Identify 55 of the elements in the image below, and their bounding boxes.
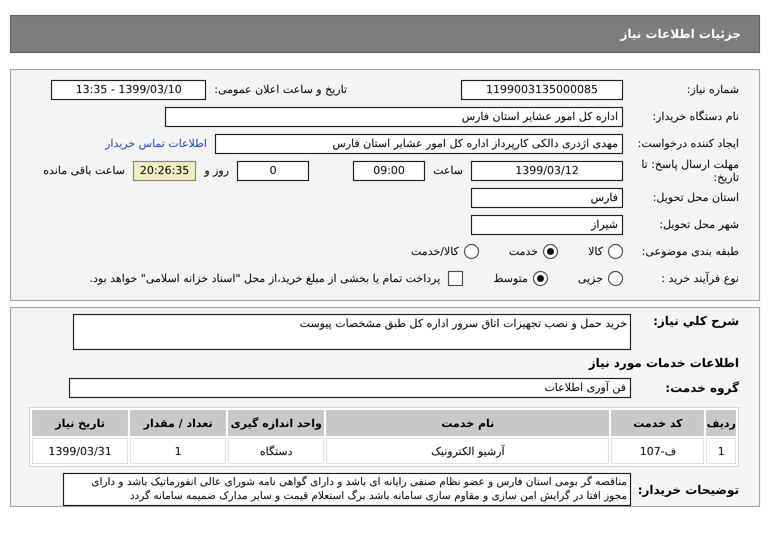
field-label: شهر محل تحویل: bbox=[658, 218, 739, 231]
radio-button[interactable] bbox=[543, 244, 558, 259]
radio-button[interactable] bbox=[532, 271, 548, 286]
table-cell: ف-107 bbox=[611, 438, 704, 464]
column-header: نام خدمت bbox=[326, 410, 610, 436]
field-label: مهلت ارسال پاسخ: تا تاریخ: bbox=[640, 158, 739, 184]
field-value: اداره کل امور عشایر استان فارس bbox=[165, 106, 623, 126]
field-label: نوع فرآیند خرید : bbox=[660, 272, 739, 285]
remaining-time: 20:26:35 bbox=[132, 160, 196, 180]
column-header: کد خدمت bbox=[611, 410, 704, 436]
field-value: 0 bbox=[237, 160, 310, 180]
column-header: تعداد / مقدار bbox=[130, 410, 226, 436]
column-header: تاریخ نیاز bbox=[32, 410, 128, 436]
radio-button[interactable] bbox=[608, 271, 623, 286]
field-value: 1199003135000085 bbox=[461, 80, 623, 100]
table-cell: دستگاه bbox=[228, 438, 324, 464]
option-label: کالا bbox=[588, 245, 603, 258]
radio-button[interactable] bbox=[464, 244, 479, 259]
column-header: ردیف bbox=[706, 410, 736, 436]
buyer-contact-link[interactable]: اطلاعات تماس خریدار bbox=[105, 137, 207, 150]
field-value: مهدی اژدری دالکی کارپرداز اداره کل امور عشایر استان فارس bbox=[215, 134, 623, 154]
field-label: گروه خدمت: bbox=[664, 380, 739, 394]
option-label: خدمت bbox=[508, 245, 538, 258]
field-value: 1399/03/10 - 13:35 bbox=[51, 80, 206, 100]
table-cell: 1 bbox=[706, 438, 736, 464]
checkbox-label: پرداخت تمام یا بخشی از مبلغ خرید،از محل "اسناد خزانه اسلامی" خواهد بود. bbox=[90, 272, 440, 285]
field-label: ساعت bbox=[433, 164, 463, 177]
option-label: جزیی bbox=[578, 272, 603, 285]
field-label: استان محل تحویل: bbox=[652, 191, 739, 204]
field-label: ساعت باقی مانده bbox=[43, 164, 125, 177]
field-label: نام دستگاه خریدار: bbox=[651, 110, 739, 123]
table-cell: 1 bbox=[130, 438, 226, 464]
field-value: شیراز bbox=[471, 214, 623, 234]
option-label: متوسط bbox=[493, 272, 528, 285]
notes-box: مناقصه گر بومی استان فارس و عضو نظام صنفی رایانه ای باشد و دارای گواهی نامه شورای عالی انفورماتیک باشد و دارای مجوز افتا در گرایش امن سازی و مقاوم سازی سامانه باشد برگ استعلام قیمت و سایر مدارک ضمیمه سامانه گردد bbox=[63, 473, 631, 506]
field-label: ایجاد کننده درخواست: bbox=[636, 137, 739, 150]
checkbox[interactable] bbox=[448, 271, 464, 286]
radio-button[interactable] bbox=[608, 244, 623, 259]
column-header: واحد اندازه گیری bbox=[228, 410, 324, 436]
field-value: 09:00 bbox=[353, 160, 426, 180]
field-label: توضیحات خریدار: bbox=[639, 482, 739, 496]
field-label: طبقه بندی موضوعی: bbox=[640, 245, 739, 258]
section-heading: اطلاعات خدمات مورد نیاز bbox=[587, 356, 739, 370]
field-label: شرح کلي نياز: bbox=[652, 314, 739, 328]
table-cell: آرشیو الکترونیک bbox=[326, 438, 610, 464]
option-label: کالا/خدمت bbox=[411, 245, 459, 258]
field-label: شماره نیاز: bbox=[686, 83, 739, 96]
summary-box: خرید حمل و نصب تجهیزات اتاق سرور اداره کل طبق مشخصات پیوست bbox=[73, 314, 631, 350]
field-label: روز و bbox=[204, 164, 230, 177]
field-value: فن آوری اطلاعات bbox=[69, 378, 631, 398]
page-title-bar: جزئیات اطلاعات نیاز bbox=[10, 15, 760, 53]
field-value: 1399/03/12 bbox=[471, 160, 623, 180]
field-value: فارس bbox=[471, 188, 623, 208]
table-cell: 1399/03/31 bbox=[32, 438, 128, 464]
field-label: تاریخ و ساعت اعلان عمومی: bbox=[214, 83, 347, 96]
